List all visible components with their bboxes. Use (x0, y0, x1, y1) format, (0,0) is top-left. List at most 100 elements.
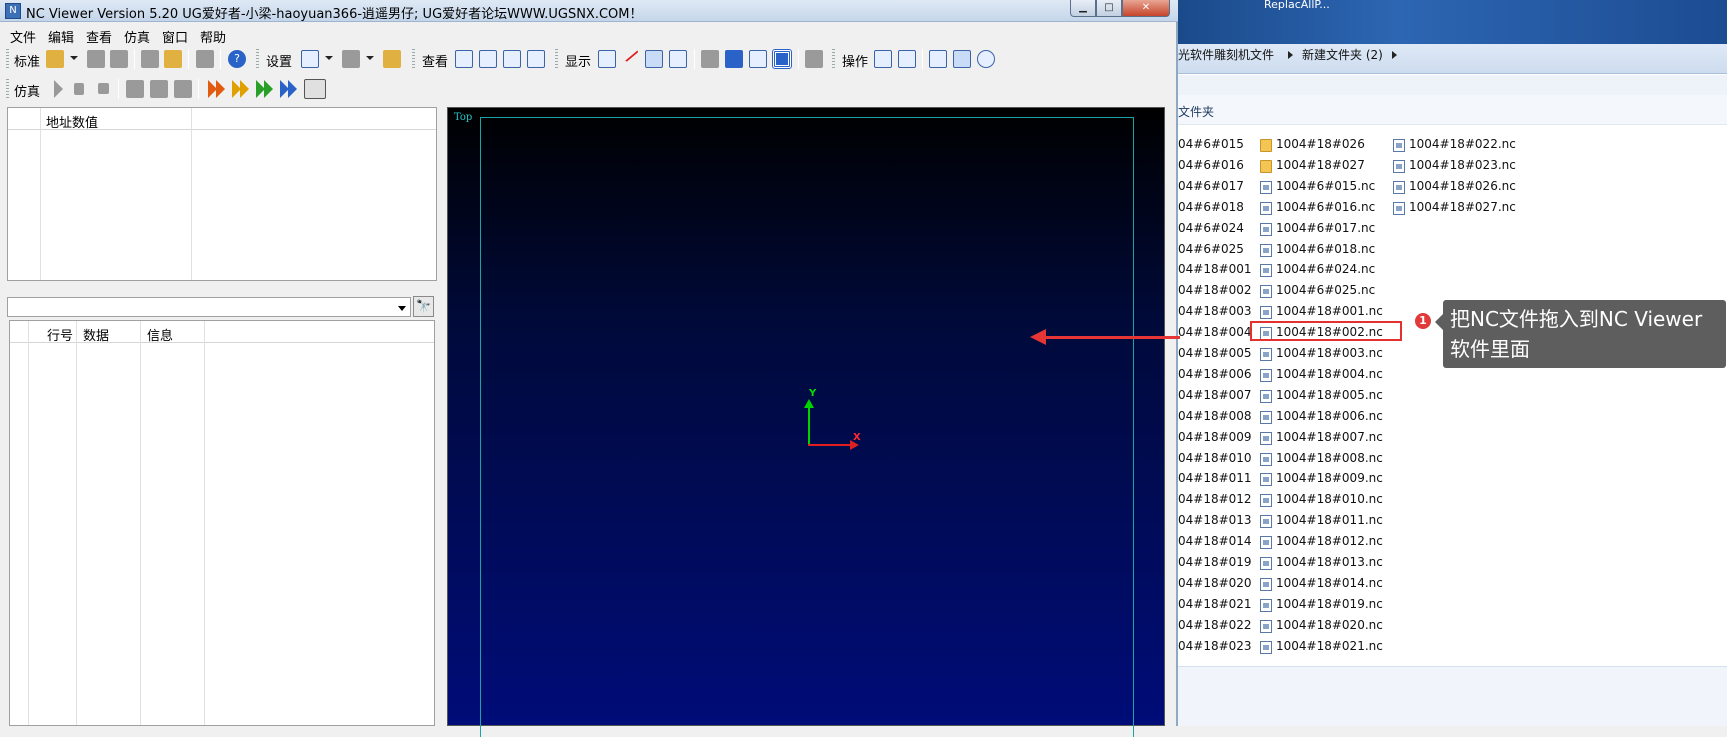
step-number-badge: 1 (1413, 311, 1433, 331)
export-icon[interactable] (196, 50, 214, 68)
nc-file-icon (1260, 431, 1272, 445)
file-name-label: 1004#18#008.nc (1276, 450, 1383, 465)
file-name-label: 1004#18#013.nc (1276, 555, 1383, 569)
filter-dropdown-icon[interactable] (366, 56, 374, 60)
file-name-label: 1004#18#009.nc (1276, 471, 1383, 486)
toolbar-grip[interactable] (412, 49, 415, 69)
drag-arrow-head-icon (1030, 329, 1046, 345)
print-icon[interactable] (110, 50, 128, 68)
nc-file-icon (1260, 515, 1272, 529)
window-title: NC Viewer Version 5.20 UG爱好者-小梁-haoyuan3… (26, 7, 643, 22)
nc-file-icon (1260, 348, 1272, 361)
edit-icon[interactable] (164, 50, 182, 68)
data-column-header[interactable]: 数据 (83, 325, 109, 344)
axis-display-icon[interactable] (645, 50, 663, 68)
nc-file-icon (1260, 410, 1272, 424)
open-dropdown-icon[interactable] (70, 56, 78, 60)
menu-help[interactable]: 帮助 (200, 27, 226, 46)
title-bar[interactable]: N NC Viewer Version 5.20 UG爱好者-小梁-haoyua… (0, 0, 1178, 22)
camera-icon[interactable] (669, 50, 687, 68)
frame-icon[interactable] (772, 49, 792, 69)
layout-icon[interactable] (301, 50, 319, 68)
chevron-right-icon[interactable] (1288, 51, 1293, 59)
nc-code-list[interactable]: 行号 数据 信息 (9, 320, 435, 726)
properties-icon[interactable] (383, 50, 401, 68)
breadcrumb-item-parent[interactable]: 光软件雕刻机文件 (1178, 46, 1274, 63)
layout-dropdown-icon[interactable] (325, 56, 333, 60)
rotate-view-icon[interactable] (929, 50, 947, 68)
zoom-window-icon[interactable] (455, 50, 473, 68)
view-toolbar-label: 查看 (422, 55, 449, 70)
x-axis-label: X (853, 432, 861, 443)
menu-window[interactable]: 窗口 (162, 27, 188, 46)
step-icon[interactable] (150, 80, 168, 98)
arc-icon[interactable] (725, 50, 743, 68)
display-list-icon[interactable] (598, 50, 616, 68)
file-name-label: 1004#18#004.nc (1276, 366, 1383, 381)
breadcrumb-item-current[interactable]: 新建文件夹 (2) (1302, 46, 1383, 63)
stock-icon[interactable] (701, 50, 719, 68)
graphics-viewport[interactable]: Top Y X (447, 107, 1165, 737)
play-icon[interactable] (54, 80, 63, 98)
line-number-column-header[interactable]: 行号 (47, 325, 73, 344)
stop-icon[interactable] (98, 83, 109, 94)
run-to-end-icon[interactable] (304, 79, 326, 99)
step-back-icon[interactable] (126, 80, 144, 98)
tool-icon[interactable] (749, 50, 767, 68)
nc-file-icon (1260, 577, 1272, 591)
menu-file[interactable]: 文件 (10, 27, 36, 46)
minimize-button[interactable]: ▁ (1070, 0, 1096, 17)
instruction-text-line1: 把NC文件拖入到NC Viewer (1450, 307, 1703, 331)
toolbar-grip[interactable] (6, 79, 9, 99)
info-column-header[interactable]: 信息 (147, 325, 173, 344)
select-icon[interactable] (874, 50, 892, 68)
toolpath-icon[interactable] (621, 45, 639, 63)
select-box-icon[interactable] (898, 50, 916, 68)
program-select[interactable] (7, 297, 411, 317)
nc-file-icon (1260, 494, 1272, 508)
open-file-icon[interactable] (46, 50, 64, 68)
address-value-column-header[interactable]: 地址数值 (46, 112, 98, 131)
step-forward-icon[interactable] (174, 80, 192, 98)
nc-file-icon (1260, 452, 1272, 466)
zoom-fit-icon[interactable] (527, 50, 545, 68)
save-icon[interactable] (87, 50, 105, 68)
breadcrumb: 光软件雕刻机文件 新建文件夹 (2) (1178, 44, 1727, 74)
menu-view[interactable]: 查看 (86, 27, 112, 46)
toolbar-separator (188, 49, 189, 69)
toolbar-grip[interactable] (6, 49, 9, 69)
chevron-down-icon[interactable] (398, 306, 406, 311)
address-value-panel: 地址数值 (7, 107, 437, 281)
file-name-label: 1004#6#018.nc (1276, 241, 1376, 256)
nc-file-icon (1393, 139, 1405, 152)
toolbar-grip[interactable] (256, 49, 259, 69)
chevron-right-icon[interactable] (1392, 51, 1397, 59)
formula-icon[interactable] (805, 50, 823, 68)
zoom-in-icon[interactable] (479, 50, 497, 68)
maximize-button[interactable]: □ (1096, 0, 1122, 17)
x-axis-line (808, 444, 852, 446)
file-name-label: 04#18#011 (1178, 471, 1252, 486)
zoom-out-icon[interactable] (503, 50, 521, 68)
file-name-label: 04#18#010 (1178, 450, 1252, 465)
menu-simulate[interactable]: 仿真 (124, 27, 150, 46)
find-button[interactable]: 🔭 (413, 296, 434, 317)
pause-icon[interactable] (74, 83, 84, 95)
refresh-icon[interactable] (977, 50, 995, 68)
app-icon: N (5, 3, 21, 19)
nc-file-icon (1393, 201, 1405, 215)
nc-file-icon (1260, 285, 1272, 299)
toolbar-grip[interactable] (832, 49, 835, 69)
close-button[interactable]: ✕ (1122, 0, 1170, 17)
nc-file-icon (1260, 640, 1272, 654)
toolbar-grip[interactable] (555, 49, 558, 69)
menu-edit[interactable]: 编辑 (48, 27, 74, 46)
pan-icon[interactable] (953, 50, 971, 68)
y-axis-arrow-icon (804, 399, 814, 408)
copy-icon[interactable] (141, 50, 159, 68)
file-name-label: 1004#6#025.nc (1276, 283, 1376, 298)
filter-icon[interactable] (342, 50, 360, 68)
help-icon[interactable]: ? (228, 50, 246, 68)
dragged-file-highlight (1250, 321, 1402, 341)
file-name-label: 04#18#020 (1178, 575, 1252, 590)
